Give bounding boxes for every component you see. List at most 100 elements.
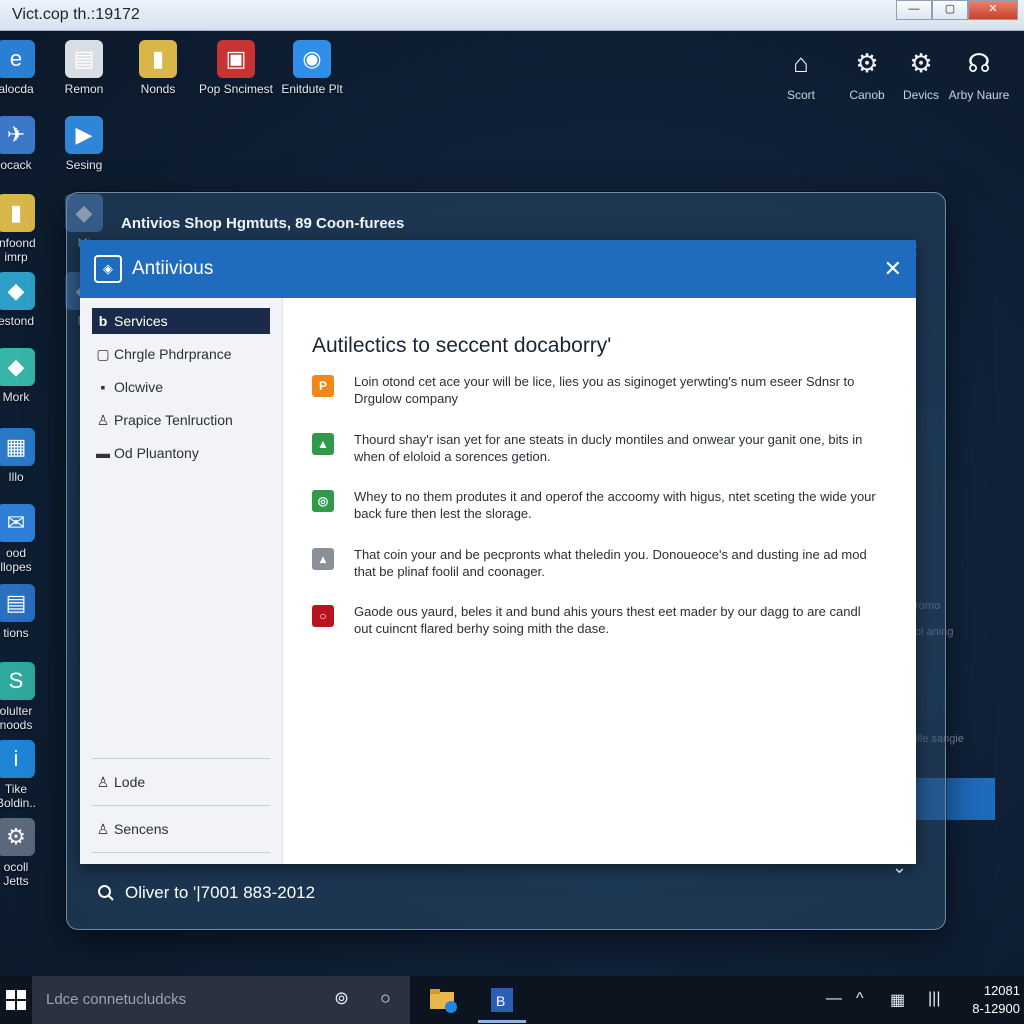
desktop-icon[interactable]: Solulter noods — [0, 662, 56, 732]
sidebar-item-services[interactable]: b Services — [92, 308, 270, 334]
desktop-icon[interactable]: ▣ Pop Sncimest — [196, 40, 276, 96]
desktop-icon[interactable]: ▤ Remon — [44, 40, 124, 96]
app-main-content: Autilectics to seccent docaborry' P Loin … — [282, 298, 916, 864]
outer-close-button[interactable]: ✕ — [968, 0, 1018, 20]
control-panel-icon: ▤ — [65, 40, 103, 78]
volume-icon[interactable]: ||| — [928, 990, 940, 1008]
feature-text: Gaode ous yaurd, beles it and bund ahis … — [354, 604, 861, 636]
page-title: Autilectics to seccent docaborry' — [312, 334, 612, 357]
gear-icon: ⚙ — [909, 48, 933, 78]
desktop-icon-label: Sesing — [65, 158, 103, 172]
divider — [92, 758, 270, 759]
outer-window-titlebar[interactable]: Vict.cop th.:19172 — ▢ ✕ — [0, 0, 1024, 31]
sidebar-item-label: Services — [114, 313, 168, 329]
sidebar-item-label: Od Pluantony — [114, 445, 199, 461]
back-search-bar[interactable]: Oliver to '|7001 883-2012 — [97, 883, 315, 903]
desktop-icon[interactable]: ▶ Sesing — [44, 116, 124, 172]
sidebar-item-od-pluantony[interactable]: ▬ Od Pluantony — [92, 440, 270, 466]
folder-icon: ▮ — [0, 194, 35, 232]
back-search-text: Oliver to '|7001 883-2012 — [125, 883, 316, 902]
b-icon: b — [98, 313, 108, 329]
feature-text: That coin your and be pecpronts what the… — [354, 547, 867, 579]
desktop-icon-label: ood llopes — [0, 546, 32, 574]
sidebar-item-label: Chrgle Phdrprance — [114, 346, 232, 362]
divider — [92, 805, 270, 806]
outer-minimize-button[interactable]: — — [896, 0, 932, 20]
feature-item: ◎ Whey to no them produtes it and operof … — [312, 488, 882, 522]
chat-icon: ◉ — [293, 40, 331, 78]
p-icon: P — [312, 375, 334, 397]
info-circle-icon: i — [0, 740, 35, 778]
headset-icon: ☊ — [967, 48, 991, 78]
search-icon — [98, 885, 114, 901]
outer-maximize-button[interactable]: ▢ — [932, 0, 968, 20]
desktop-icon[interactable]: ◆ Mork — [0, 348, 56, 404]
shield-logo-icon: ◈ — [94, 255, 122, 283]
network-icon[interactable]: ▦ — [890, 990, 905, 1010]
sidebar-item-label: Sencens — [114, 821, 169, 837]
feature-text: Loin otond cet ace your will be lice, li… — [354, 374, 855, 406]
desktop-icon-label: Arby Naure — [948, 88, 1010, 102]
app-name: Antiivious — [132, 258, 214, 279]
network-icon: ✈ — [0, 116, 35, 154]
desktop-icon-label: Nonds — [140, 82, 176, 96]
cube-icon: ◆ — [0, 272, 35, 310]
message-icon: ▬ — [96, 445, 110, 461]
app-close-button[interactable]: ✕ — [884, 256, 902, 282]
feature-item: ▲ Thourd shay'r isan yet for ane steats i… — [312, 431, 882, 465]
sidebar-item-label: Lode — [114, 774, 146, 790]
desktop-icon[interactable]: ▤ tions — [0, 584, 56, 640]
desktop-icon[interactable]: ▦ Illo — [0, 428, 56, 484]
desktop-icon-label: olulter noods — [0, 704, 33, 732]
gem-icon: ◆ — [0, 348, 35, 386]
word-app-icon[interactable]: B — [486, 984, 518, 1016]
desktop-icon[interactable]: ◉ Enitdute Plt — [272, 40, 352, 96]
chat-icon: ▪ — [100, 379, 106, 395]
user-icon: ♙ — [96, 773, 110, 790]
desktop-icon[interactable]: ⌂ Scort — [768, 46, 834, 102]
outer-window-title: Vict.cop th.:19172 — [12, 6, 140, 23]
svg-text:B: B — [496, 993, 505, 1009]
mail-icon: ✉ — [0, 504, 35, 542]
desktop-icon[interactable]: ☊ Arby Naure — [946, 46, 1012, 102]
divider — [92, 852, 270, 853]
taskbar: Ldce connetucludcks ⊚ ○ B — ^ ▦ ||| 1208… — [0, 976, 1024, 1024]
taskbar-search-box[interactable]: Ldce connetucludcks ⊚ ○ — [32, 976, 410, 1024]
desktop-icon[interactable]: ▮ Nonds — [118, 40, 198, 96]
sidebar-item-olcwive[interactable]: ▪ Olcwive — [92, 374, 270, 400]
feature-item: P Loin otond cet ace your will be lice, l… — [312, 373, 882, 407]
store-icon: ▦ — [0, 428, 35, 466]
cortana-icon[interactable]: ⊚ — [334, 988, 349, 1009]
sidebar-item-chrgle-phdrprance[interactable]: ▢ Chrgle Phdrprance — [92, 341, 270, 367]
desktop-icon-label: Devics — [902, 88, 939, 102]
system-clock[interactable]: 12081 8-12900 — [972, 982, 1020, 1018]
desktop-icon[interactable]: ⚙ ocoll Jetts — [0, 818, 56, 888]
chevron-up-icon[interactable]: ^ — [856, 990, 864, 1008]
leaf-icon: ◎ — [312, 490, 334, 512]
file-explorer-icon[interactable] — [428, 984, 460, 1016]
desktop-icon-label: ocoll Jetts — [3, 860, 29, 888]
desktop-icon[interactable]: ✉ ood llopes — [0, 504, 56, 574]
lock-icon: ▴ — [312, 548, 334, 570]
desktop-icon[interactable]: ⚙ Devics — [888, 46, 954, 102]
desktop-icon-label: Mork — [2, 390, 30, 404]
desktop-icon[interactable]: i Tike Boldin.. — [0, 740, 56, 810]
microphone-icon[interactable]: ○ — [380, 988, 391, 1009]
start-button[interactable] — [0, 976, 32, 1024]
minus-icon[interactable]: — — [826, 990, 842, 1008]
s-app-icon: S — [0, 662, 35, 700]
active-app-indicator — [478, 1020, 526, 1023]
alert-icon: ○ — [312, 605, 334, 627]
taskbar-search-placeholder: Ldce connetucludcks — [46, 991, 187, 1008]
sidebar-item-lode[interactable]: ♙ Lode — [92, 769, 270, 795]
sidebar-item-label: Olcwive — [114, 379, 164, 395]
tools-icon: ⚙ — [0, 818, 35, 856]
settings-app-icon: ▶ — [65, 116, 103, 154]
sidebar-item-prapice-tenlruction[interactable]: ♙ Prapice Tenlruction — [92, 407, 270, 433]
feature-item: ○ Gaode ous yaurd, beles it and bund ahis… — [312, 603, 882, 637]
folder-icon: ▮ — [139, 40, 177, 78]
sidebar-item-sencens[interactable]: ♙ Sencens — [92, 816, 270, 842]
desktop-icon-label: Scort — [786, 88, 815, 102]
feature-text: Whey to no them produtes it and operof t… — [354, 489, 876, 521]
bell-icon: ⌂ — [793, 48, 809, 78]
